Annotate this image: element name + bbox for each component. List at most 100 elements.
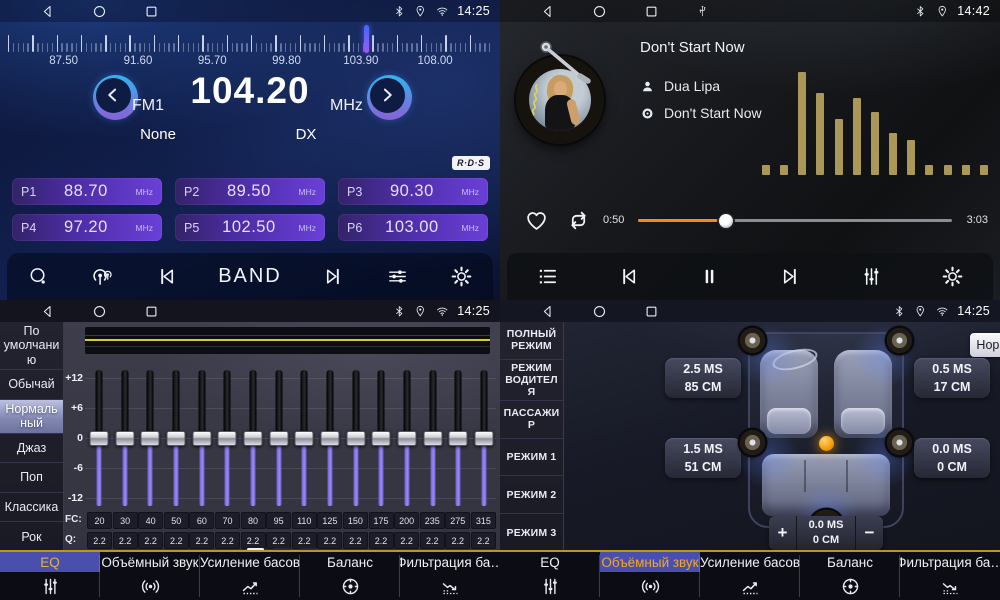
nav-back-icon[interactable] — [540, 4, 555, 19]
q-value[interactable]: 2.2 — [164, 532, 189, 549]
slider-handle[interactable] — [141, 431, 160, 446]
front-left-delay[interactable]: 2.5 MS 85 CM — [665, 358, 741, 398]
fc-value[interactable]: 20 — [87, 512, 112, 529]
eq-preset-7[interactable]: Рок — [0, 522, 63, 552]
eq-preset-3[interactable]: Нормальный — [0, 400, 63, 434]
nav-home-icon[interactable] — [92, 304, 107, 319]
eq-band-slider-150hz[interactable] — [344, 368, 368, 508]
front-right-delay[interactable]: 0.5 MS 17 CM — [914, 358, 990, 398]
eq-band-slider-235hz[interactable] — [421, 368, 445, 508]
slider-handle[interactable] — [192, 431, 211, 446]
fc-value[interactable]: 50 — [164, 512, 189, 529]
slider-handle[interactable] — [295, 431, 314, 446]
fc-value[interactable]: 110 — [292, 512, 317, 529]
seek-bar[interactable] — [638, 219, 952, 222]
q-value[interactable]: 2.2 — [394, 532, 419, 549]
slider-handle[interactable] — [346, 431, 365, 446]
q-value[interactable]: 2.2 — [215, 532, 240, 549]
fc-value[interactable]: 275 — [445, 512, 470, 529]
broadcast-button-icon[interactable] — [91, 265, 114, 288]
tab-surround[interactable]: Объёмный звук — [600, 552, 700, 600]
eq-preset-2[interactable]: Обычай — [0, 370, 63, 400]
decrease-delay-button[interactable]: − — [855, 516, 883, 550]
nav-recents-icon[interactable] — [644, 4, 659, 19]
rear-right-delay[interactable]: 0.0 MS 0 CM — [914, 438, 990, 478]
radio-preset-p1[interactable]: P188.70MHz — [12, 178, 162, 205]
tab-balance[interactable]: Баланс — [300, 552, 400, 600]
eq-sliders-button-icon[interactable] — [860, 265, 883, 288]
tune-button-icon[interactable] — [386, 265, 409, 288]
slider-handle[interactable] — [423, 431, 442, 446]
eq-band-slider-200hz[interactable] — [395, 368, 419, 508]
fc-value[interactable]: 40 — [138, 512, 163, 529]
tab-surround[interactable]: Объёмный звук — [100, 552, 200, 600]
eq-band-slider-315hz[interactable] — [472, 368, 496, 508]
q-value[interactable]: 2.2 — [292, 532, 317, 549]
mode-item-3[interactable]: ПАССАЖИР — [500, 401, 563, 439]
tab-balance[interactable]: Баланс — [800, 552, 900, 600]
rear-right-speaker-icon[interactable] — [887, 430, 912, 455]
eq-band-slider-125hz[interactable] — [318, 368, 342, 508]
front-right-speaker-icon[interactable] — [887, 328, 912, 353]
nav-usb-icon[interactable] — [696, 5, 709, 18]
q-value[interactable]: 2.2 — [87, 532, 112, 549]
slider-handle[interactable] — [115, 431, 134, 446]
eq-band-slider-50hz[interactable] — [164, 368, 188, 508]
next-track-button-icon[interactable] — [322, 265, 345, 288]
q-value[interactable]: 2.2 — [445, 532, 470, 549]
q-value[interactable]: 2.2 — [266, 532, 291, 549]
mode-item-1[interactable]: ПОЛНЫЙ РЕЖИМ — [500, 322, 563, 360]
fc-value[interactable]: 175 — [369, 512, 394, 529]
nav-back-icon[interactable] — [40, 304, 55, 319]
pause-button-icon[interactable] — [698, 265, 721, 288]
mode-item-2[interactable]: РЕЖИМ ВОДИТЕЛЯ — [500, 360, 563, 401]
eq-band-slider-20hz[interactable] — [87, 368, 111, 508]
eq-preset-6[interactable]: Классика — [0, 493, 63, 523]
dx-mode[interactable]: DX — [282, 126, 330, 143]
rear-left-delay[interactable]: 1.5 MS 51 CM — [665, 438, 741, 478]
nav-home-icon[interactable] — [92, 4, 107, 19]
eq-band-slider-175hz[interactable] — [369, 368, 393, 508]
nav-home-icon[interactable] — [592, 304, 607, 319]
frequency-scale[interactable] — [8, 28, 492, 52]
profile-button[interactable]: Нормальный — [970, 333, 1000, 357]
listening-position-dot[interactable] — [819, 436, 834, 451]
q-value[interactable]: 2.2 — [471, 532, 496, 549]
eq-band-slider-275hz[interactable] — [446, 368, 470, 508]
tab-bass-boost[interactable]: Усиление басов — [700, 552, 800, 600]
slider-handle[interactable] — [218, 431, 237, 446]
nav-recents-icon[interactable] — [144, 304, 159, 319]
tab-eq-sliders[interactable]: EQ — [0, 552, 100, 600]
eq-band-slider-80hz[interactable] — [241, 368, 265, 508]
mode-item-5[interactable]: РЕЖИМ 2 — [500, 476, 563, 514]
radio-preset-p6[interactable]: P6103.00MHz — [338, 214, 488, 241]
mode-item-6[interactable]: РЕЖИМ 3 — [500, 514, 563, 552]
tab-bass-boost[interactable]: Усиление басов — [200, 552, 300, 600]
radio-preset-p5[interactable]: P5102.50MHz — [175, 214, 325, 241]
prev-track-button-icon[interactable] — [617, 265, 640, 288]
eq-preset-4[interactable]: Джаз — [0, 434, 63, 464]
fc-value[interactable]: 80 — [241, 512, 266, 529]
gear-button-icon[interactable] — [450, 265, 473, 288]
gear-button-icon[interactable] — [941, 265, 964, 288]
q-value[interactable]: 2.2 — [138, 532, 163, 549]
slider-handle[interactable] — [397, 431, 416, 446]
front-left-speaker-icon[interactable] — [740, 328, 765, 353]
radio-preset-p3[interactable]: P390.30MHz — [338, 178, 488, 205]
fc-value[interactable]: 125 — [317, 512, 342, 529]
seek-handle[interactable] — [719, 214, 733, 228]
eq-band-slider-110hz[interactable] — [292, 368, 316, 508]
prev-track-button-icon[interactable] — [155, 265, 178, 288]
mode-item-4[interactable]: РЕЖИМ 1 — [500, 439, 563, 477]
slider-handle[interactable] — [166, 431, 185, 446]
q-value[interactable]: 2.2 — [241, 532, 266, 549]
slider-handle[interactable] — [449, 431, 468, 446]
band-button[interactable]: BAND — [218, 265, 282, 288]
q-value[interactable]: 2.2 — [317, 532, 342, 549]
nav-back-icon[interactable] — [40, 4, 55, 19]
nav-back-icon[interactable] — [540, 304, 555, 319]
eq-preset-1[interactable]: По умолчанию — [0, 322, 63, 370]
favorite-button[interactable] — [524, 208, 549, 233]
eq-band-slider-30hz[interactable] — [113, 368, 137, 508]
slider-handle[interactable] — [474, 431, 493, 446]
